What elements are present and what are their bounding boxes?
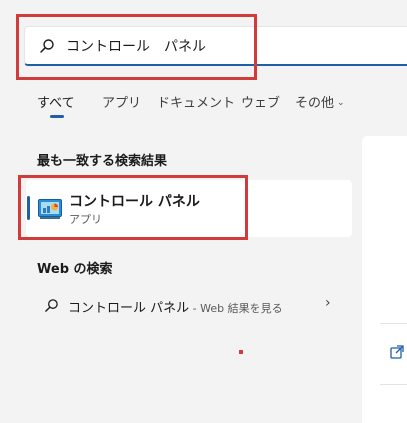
web-search-text: コントロール パネル - Web 結果を見る	[68, 297, 283, 316]
web-search-suffix: - Web 結果を見る	[189, 302, 283, 315]
tab-web[interactable]: ウェブ	[241, 92, 280, 111]
tab-apps[interactable]: アプリ	[102, 92, 141, 111]
tab-documents[interactable]: ドキュメント	[157, 92, 235, 111]
preview-divider	[380, 384, 407, 385]
tab-all[interactable]: すべて	[37, 92, 75, 111]
open-external-icon[interactable]	[390, 345, 404, 359]
tab-more[interactable]: その他 ⌄	[295, 92, 345, 111]
search-value: コントロール パネル	[66, 39, 206, 55]
chevron-right-icon[interactable]: ›	[325, 295, 331, 311]
web-search-heading: Web の検索	[37, 262, 113, 277]
search-icon	[40, 39, 54, 53]
preview-panel	[362, 136, 407, 423]
result-app-kind: アプリ	[69, 213, 102, 226]
selection-indicator	[27, 196, 30, 220]
best-match-heading: 最も一致する検索結果	[37, 154, 168, 169]
active-tab-indicator	[50, 115, 64, 118]
result-app-name: コントロール パネル	[69, 194, 200, 210]
tab-more-label: その他	[295, 96, 335, 111]
preview-divider	[380, 323, 407, 324]
search-input[interactable]: コントロール パネル	[24, 26, 407, 66]
control-panel-icon	[38, 199, 62, 219]
cursor-marker	[239, 350, 243, 354]
search-icon	[45, 299, 58, 312]
web-search-query: コントロール パネル	[68, 301, 190, 316]
chevron-down-icon: ⌄	[337, 98, 345, 108]
